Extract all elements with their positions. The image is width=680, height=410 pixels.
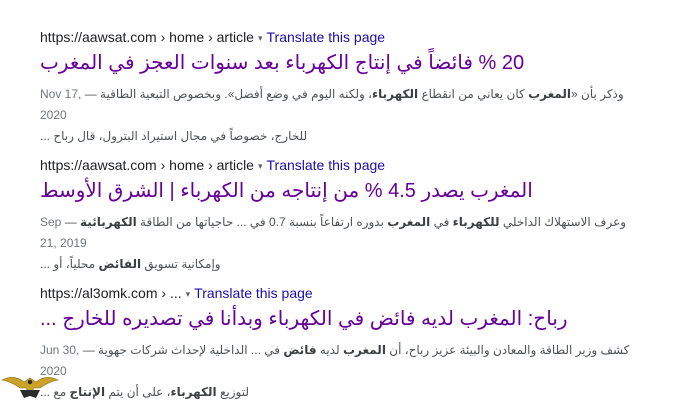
result-date: Nov 17, 2020 bbox=[40, 87, 82, 122]
result-title[interactable]: المغرب يصدر 4.5 % من إنتاجه من الكهرباء … bbox=[40, 178, 640, 204]
translate-link[interactable]: Translate this page bbox=[194, 285, 313, 301]
result-snippet: وعرف الاستهلاك الداخلي للكهرباء في المغر… bbox=[40, 215, 627, 271]
result-title[interactable]: 20 % فائضاً في إنتاج الكهرباء بعد سنوات … bbox=[40, 50, 640, 76]
watermark-eagle-logo bbox=[1, 377, 59, 398]
result-url[interactable]: https://aawsat.com bbox=[40, 157, 157, 173]
chevron-down-icon[interactable]: ▾ bbox=[258, 33, 263, 43]
result-snippet: وذكر بأن «المغرب كان يعاني من انقطاع الك… bbox=[40, 87, 624, 143]
result-breadcrumb: › home › article bbox=[156, 29, 254, 45]
chevron-down-icon[interactable]: ▾ bbox=[258, 161, 263, 171]
translate-link[interactable]: Translate this page bbox=[267, 29, 386, 45]
result-url[interactable]: https://al3omk.com bbox=[40, 285, 158, 301]
result-title[interactable]: رباح: المغرب لديه فائض في الكهرباء وبدأن… bbox=[40, 306, 640, 332]
result-breadcrumb: › home › article bbox=[156, 157, 254, 173]
result-url[interactable]: https://aawsat.com bbox=[40, 29, 157, 45]
result-breadcrumb: › ... bbox=[157, 285, 182, 301]
chevron-down-icon[interactable]: ▾ bbox=[186, 289, 191, 299]
translate-link[interactable]: Translate this page bbox=[267, 157, 386, 173]
result-cite: https://aawsat.com › home › article ▾ Tran… bbox=[40, 28, 385, 48]
result-snippet: كشف وزير الطاقة والمعادن والبيئة عزيز رب… bbox=[40, 343, 630, 399]
result-cite: https://aawsat.com › home › article ▾ Tran… bbox=[40, 156, 385, 176]
result-cite: https://al3omk.com › ... ▾ Translate this … bbox=[40, 284, 313, 304]
